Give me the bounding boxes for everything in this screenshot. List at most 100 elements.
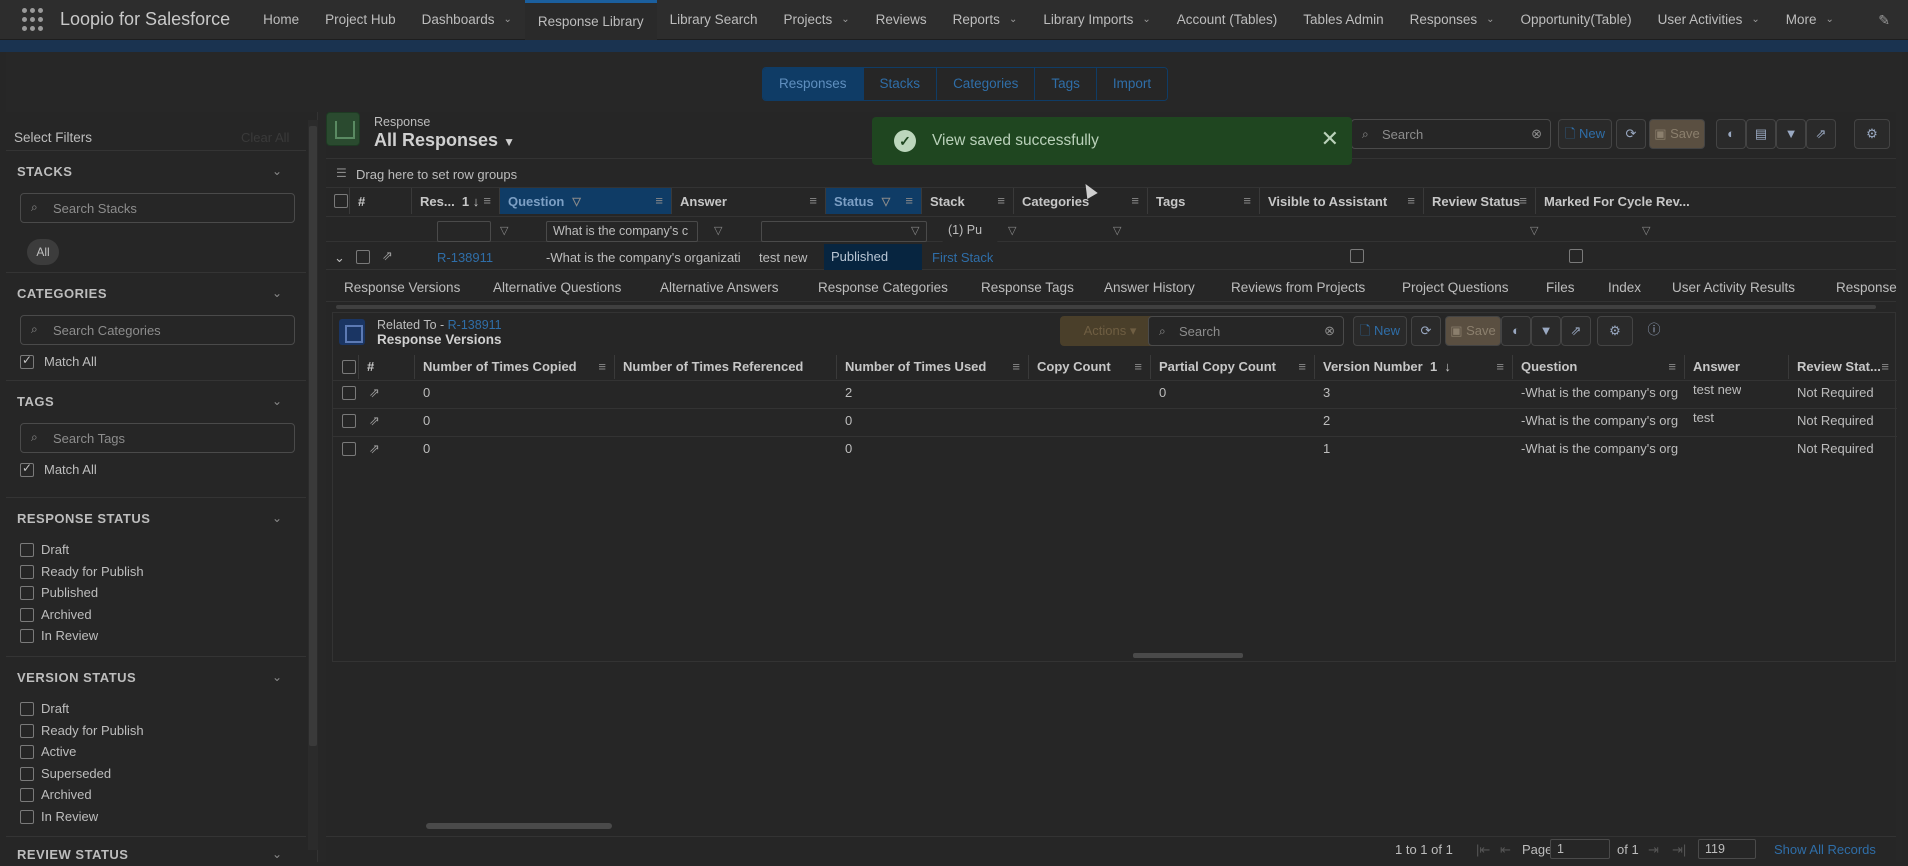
related-save-button[interactable]: ▣ Save bbox=[1445, 316, 1501, 346]
app-launcher-icon[interactable] bbox=[22, 7, 46, 32]
chevron-down-icon[interactable]: ⌄ bbox=[272, 164, 282, 178]
rcol-times-copied[interactable]: Number of Times Copied ≡ bbox=[415, 355, 615, 379]
show-all-records-link[interactable]: Show All Records bbox=[1774, 842, 1876, 857]
column-menu-icon[interactable]: ≡ bbox=[655, 193, 663, 208]
chevron-down-icon[interactable]: ⌄ bbox=[1826, 14, 1834, 25]
rcol-question[interactable]: Question ≡ bbox=[1513, 355, 1685, 379]
status-checkbox[interactable] bbox=[20, 543, 34, 557]
chevron-down-icon[interactable]: ⌄ bbox=[272, 394, 282, 408]
column-menu-icon[interactable]: ≡ bbox=[483, 193, 491, 208]
status-checkbox[interactable] bbox=[20, 723, 34, 738]
page-number-input[interactable]: 1 bbox=[1550, 839, 1610, 859]
chevron-down-icon[interactable]: ⌄ bbox=[1751, 14, 1759, 25]
list-view-selector[interactable]: All Responses ▼ bbox=[374, 130, 515, 151]
column-menu-icon[interactable]: ≡ bbox=[1881, 355, 1889, 379]
related-horizontal-scrollbar[interactable] bbox=[1133, 653, 1243, 658]
open-record-icon[interactable]: ⇗ bbox=[369, 385, 380, 401]
related-tab[interactable]: Response Tags bbox=[981, 280, 1074, 295]
clear-search-icon[interactable]: ⊗ bbox=[1531, 126, 1542, 142]
status-checkbox[interactable] bbox=[20, 809, 34, 824]
version-row[interactable]: ⇗ 0 2 0 3 -What is the company's org test new N… bbox=[333, 380, 1897, 403]
rcol-copy-count[interactable]: Copy Count ≡ bbox=[1029, 355, 1151, 379]
related-tab[interactable]: User Activity Results bbox=[1672, 280, 1795, 295]
filter-icon[interactable]: ▽ bbox=[1008, 224, 1016, 237]
col-review-status[interactable]: Review Status ≡ bbox=[1424, 188, 1536, 214]
col-status[interactable]: Status ▽ ≡ bbox=[826, 188, 922, 214]
palette-icon[interactable]: ◐ bbox=[1716, 119, 1746, 149]
visible-to-assistant-checkbox[interactable] bbox=[1350, 249, 1364, 263]
column-menu-icon[interactable]: ≡ bbox=[997, 193, 1005, 208]
nav-item[interactable]: More ⌄ bbox=[1773, 0, 1847, 40]
clear-search-icon[interactable]: ⊗ bbox=[1324, 323, 1335, 339]
rcol-partial-copy-count[interactable]: Partial Copy Count ≡ bbox=[1151, 355, 1315, 379]
version-row[interactable]: ⇗ 0 0 2 -What is the company's org test Not Re… bbox=[333, 408, 1897, 431]
grid-search-input[interactable]: ⌕ Search ⊗ bbox=[1351, 119, 1551, 149]
rcol-review-status[interactable]: Review Stat... ≡ bbox=[1789, 355, 1897, 379]
related-tab[interactable]: Response Categories bbox=[818, 280, 948, 295]
object-tab[interactable]: Import bbox=[1095, 68, 1168, 100]
new-button[interactable]: 🗋 New bbox=[1558, 119, 1612, 149]
status-checkbox[interactable] bbox=[20, 788, 34, 802]
related-tab[interactable]: Project Questions bbox=[1402, 280, 1509, 295]
related-tab[interactable]: Files bbox=[1546, 280, 1575, 295]
nav-item[interactable]: Home bbox=[250, 0, 312, 40]
related-tab[interactable]: Alternative Questions bbox=[493, 280, 621, 295]
grid-horizontal-scrollbar[interactable] bbox=[426, 823, 612, 829]
related-record-link[interactable]: R-138911 bbox=[448, 318, 502, 332]
nav-item[interactable]: Projects ⌄ bbox=[770, 0, 862, 40]
nav-item[interactable]: Responses ⌄ bbox=[1397, 0, 1508, 40]
related-select-all[interactable] bbox=[333, 355, 359, 379]
select-all-checkbox[interactable] bbox=[326, 188, 350, 214]
filter-icon[interactable]: ▼ bbox=[1776, 119, 1806, 149]
search-stacks-input[interactable]: ⌕ Search Stacks bbox=[20, 193, 295, 223]
close-icon[interactable]: ✕ bbox=[1321, 126, 1339, 152]
popout-icon[interactable]: ⇗ bbox=[1561, 316, 1591, 346]
column-menu-icon[interactable]: ≡ bbox=[598, 355, 606, 379]
related-search-input[interactable]: ⌕ Search ⊗ bbox=[1148, 316, 1344, 346]
object-tab[interactable]: Tags bbox=[1034, 68, 1096, 100]
filter-icon[interactable]: ▽ bbox=[714, 224, 722, 237]
refresh-icon[interactable]: ⟳ bbox=[1616, 119, 1646, 149]
palette-icon[interactable]: ◐ bbox=[1501, 316, 1531, 346]
id-filter-input[interactable] bbox=[437, 221, 491, 242]
object-tab[interactable]: Categories bbox=[936, 68, 1035, 100]
col-answer[interactable]: Answer ≡ bbox=[672, 188, 826, 214]
open-record-icon[interactable]: ⇗ bbox=[382, 248, 393, 264]
column-menu-icon[interactable]: ≡ bbox=[1519, 193, 1527, 208]
nav-item[interactable]: Reviews bbox=[863, 0, 940, 40]
col-stack[interactable]: Stack ≡ bbox=[922, 188, 1014, 214]
chevron-down-icon[interactable]: ⌄ bbox=[272, 847, 282, 861]
nav-item[interactable]: User Activities ⌄ bbox=[1645, 0, 1773, 40]
nav-item[interactable]: Opportunity(Table) bbox=[1508, 0, 1645, 40]
col-visible-to-assistant[interactable]: Visible to Assistant ≡ bbox=[1260, 188, 1424, 214]
filter-icon[interactable]: ▽ bbox=[500, 224, 508, 237]
object-tab[interactable]: Stacks bbox=[862, 68, 937, 100]
tags-match-all-checkbox[interactable] bbox=[20, 461, 34, 477]
nav-item[interactable]: Reports ⌄ bbox=[940, 0, 1031, 40]
column-menu-icon[interactable]: ≡ bbox=[1243, 193, 1251, 208]
status-checkbox[interactable] bbox=[20, 766, 34, 781]
row-stack-link[interactable]: First Stack bbox=[932, 250, 993, 265]
related-tab[interactable]: Alternative Answers bbox=[660, 280, 779, 295]
answer-filter-input[interactable] bbox=[761, 221, 927, 242]
object-tab[interactable]: Responses bbox=[763, 68, 863, 100]
response-id-link[interactable]: R-138911 bbox=[437, 250, 499, 265]
nav-item[interactable]: Response Library bbox=[524, 0, 657, 40]
open-record-icon[interactable]: ⇗ bbox=[369, 413, 380, 429]
settings-gear-icon[interactable]: ⚙ bbox=[1597, 316, 1633, 346]
related-tab[interactable]: Index bbox=[1608, 280, 1641, 295]
categories-match-all-checkbox[interactable] bbox=[20, 353, 34, 369]
status-checkbox[interactable] bbox=[20, 564, 34, 579]
nav-item[interactable]: Project Hub bbox=[312, 0, 409, 40]
checkbox[interactable] bbox=[342, 360, 356, 374]
save-button[interactable]: ▣ Save bbox=[1649, 119, 1705, 149]
rcol-answer[interactable]: Answer bbox=[1685, 355, 1789, 379]
question-filter-input[interactable]: What is the company's c bbox=[546, 221, 698, 242]
nav-item[interactable]: Library Imports ⌄ bbox=[1030, 0, 1163, 40]
column-menu-icon[interactable]: ≡ bbox=[1298, 355, 1306, 379]
checkbox[interactable] bbox=[334, 194, 348, 208]
prev-page-icon[interactable]: ⇤ bbox=[1500, 842, 1511, 858]
status-checkbox[interactable] bbox=[20, 745, 34, 759]
table-view-icon[interactable]: ▤ bbox=[1746, 119, 1776, 149]
filter-icon[interactable]: ▽ bbox=[1530, 224, 1538, 237]
